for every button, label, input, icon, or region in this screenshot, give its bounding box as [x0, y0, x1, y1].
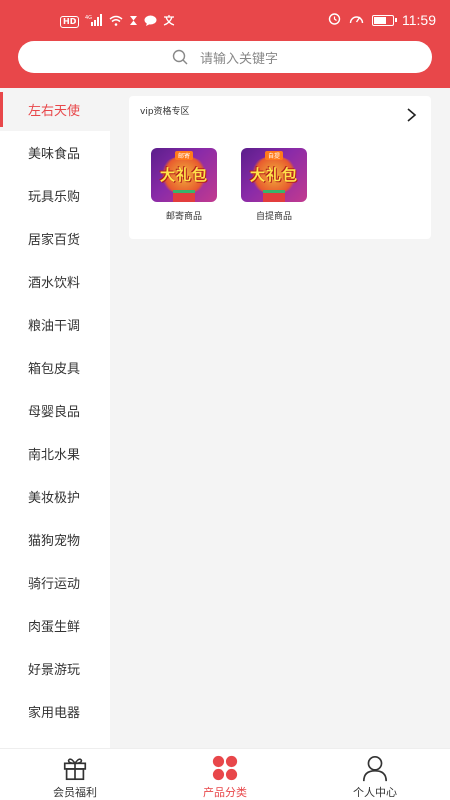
- sidebar-item-fruit[interactable]: 南北水果: [0, 432, 110, 475]
- sidebar-item-label: 南北水果: [28, 448, 81, 463]
- hd-badge: HD: [60, 15, 80, 28]
- sidebar-item-zuoyou-tianshi[interactable]: 左右天使: [0, 88, 110, 131]
- sidebar-item-label: 美妆极护: [28, 491, 81, 506]
- bottom-nav: 会员福利 产品分类 个人中心: [0, 748, 450, 800]
- status-time: 11:59: [402, 12, 436, 28]
- section-title: vip资格专区: [140, 107, 190, 117]
- nav-product-category[interactable]: 产品分类: [150, 749, 300, 800]
- sidebar-item-label: 好景游玩: [28, 663, 81, 678]
- search-placeholder: 请输入关键字: [199, 51, 278, 67]
- sidebar-item-pets[interactable]: 猫狗宠物: [0, 518, 110, 561]
- sidebar-item-label: 美味食品: [28, 147, 81, 162]
- sidebar-item-label: 母婴良品: [28, 405, 81, 420]
- battery-icon: [372, 14, 397, 26]
- sidebar-item-label: 猫狗宠物: [28, 534, 81, 549]
- sidebar-item-label: 酒水饮料: [28, 276, 81, 291]
- nav-member-benefits[interactable]: 会员福利: [0, 749, 150, 800]
- sidebar-item-bags[interactable]: 箱包皮具: [0, 346, 110, 389]
- header: HD 4G 11:59 请输入关键字: [0, 0, 450, 88]
- product-label: 邮寄商品: [165, 212, 202, 222]
- gift-icon: [63, 758, 87, 781]
- sidebar-item-label: 肉蛋生鲜: [28, 620, 81, 635]
- sidebar-item-sports[interactable]: 骑行运动: [0, 561, 110, 604]
- product-label: 自提商品: [255, 212, 292, 222]
- sidebar-item-home[interactable]: 居家百货: [0, 217, 110, 260]
- hourglass-icon: [129, 15, 138, 29]
- sidebar-item-label: 左右天使: [28, 104, 81, 119]
- wifi-icon: [109, 15, 123, 29]
- sidebar-item-toys[interactable]: 玩具乐购: [0, 174, 110, 217]
- speedometer-icon: [349, 13, 364, 28]
- sidebar-item-label: 居家百货: [28, 233, 81, 248]
- status-bar: HD 4G 11:59: [0, 0, 450, 44]
- sidebar-item-label: 家用电器: [28, 706, 81, 721]
- search-icon: [172, 49, 188, 65]
- sidebar-item-label: 玩具乐购: [28, 190, 81, 205]
- chat-icon: [144, 15, 157, 29]
- svg-text:4G: 4G: [85, 15, 92, 21]
- product-item-pickup[interactable]: 自提 大礼包 自提商品: [241, 148, 307, 222]
- sidebar-item-label: 箱包皮具: [28, 362, 81, 377]
- chevron-right-icon[interactable]: [405, 108, 417, 122]
- sidebar-item-baby[interactable]: 母婴良品: [0, 389, 110, 432]
- image-tag: 邮寄: [174, 151, 194, 160]
- sidebar-item-food[interactable]: 美味食品: [0, 131, 110, 174]
- person-icon: [362, 755, 388, 782]
- sidebar-item-label: 骑行运动: [28, 577, 81, 592]
- nav-label: 会员福利: [53, 786, 97, 799]
- nav-personal-center[interactable]: 个人中心: [300, 749, 450, 800]
- nav-label: 个人中心: [353, 786, 397, 799]
- alarm-icon: [328, 12, 341, 28]
- category-icon: [212, 755, 238, 781]
- product-item-mail[interactable]: 邮寄 大礼包 邮寄商品: [151, 148, 217, 222]
- nav-label: 产品分类: [203, 786, 247, 799]
- category-sidebar: 左右天使 美味食品 玩具乐购 居家百货 酒水饮料 粮油干调 箱包皮具 母婴良品 …: [0, 88, 110, 748]
- gift-package-image: 自提 大礼包: [241, 148, 307, 202]
- sidebar-item-beauty[interactable]: 美妆极护: [0, 475, 110, 518]
- sidebar-item-fresh[interactable]: 肉蛋生鲜: [0, 604, 110, 647]
- vip-section-card: vip资格专区 邮寄 大礼包 邮寄商品 自提 大礼包 自提商品: [129, 96, 431, 239]
- sidebar-item-label: 粮油干调: [28, 319, 81, 334]
- sidebar-item-travel[interactable]: 好景游玩: [0, 647, 110, 690]
- sidebar-item-appliances[interactable]: 家用电器: [0, 690, 110, 733]
- sidebar-item-grain-oil[interactable]: 粮油干调: [0, 303, 110, 346]
- signal-icon: 4G: [85, 14, 103, 29]
- category-content: vip资格专区 邮寄 大礼包 邮寄商品 自提 大礼包 自提商品: [110, 88, 450, 748]
- translate-icon: [163, 14, 175, 29]
- image-tag: 自提: [264, 151, 284, 160]
- search-input[interactable]: 请输入关键字: [18, 41, 432, 73]
- image-text: 大礼包: [159, 166, 208, 184]
- gift-package-image: 邮寄 大礼包: [151, 148, 217, 202]
- sidebar-item-drinks[interactable]: 酒水饮料: [0, 260, 110, 303]
- image-text: 大礼包: [249, 166, 298, 184]
